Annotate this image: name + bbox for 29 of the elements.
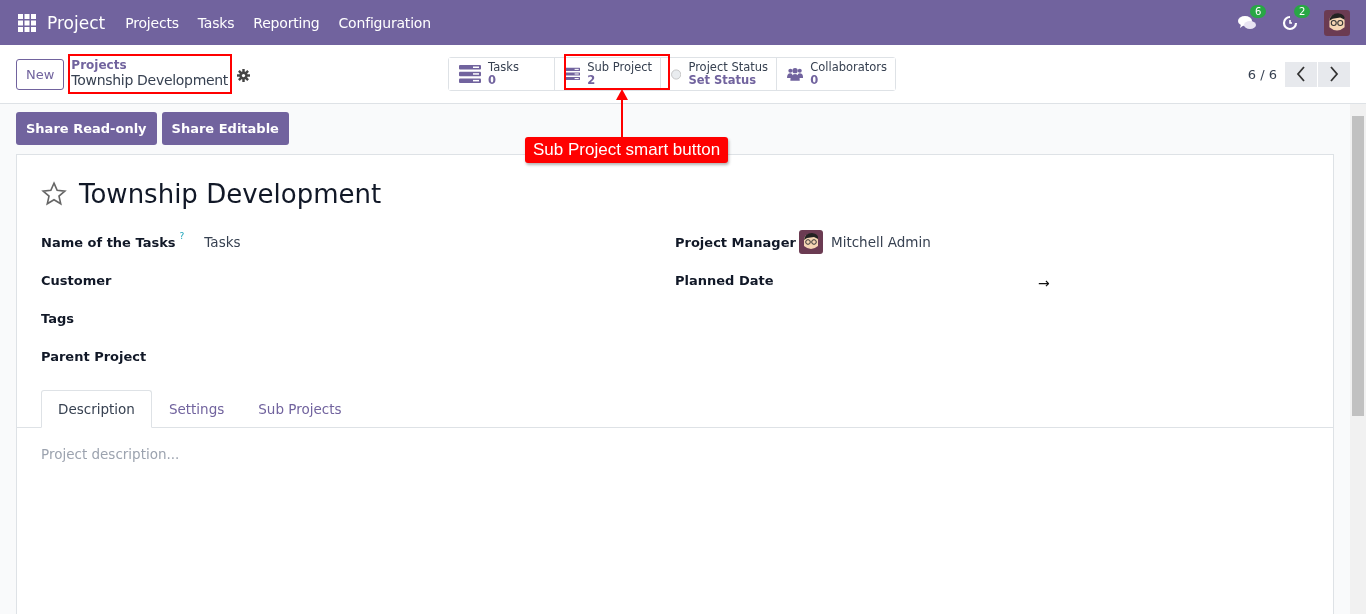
menu-item[interactable]: Configuration [338,14,431,31]
record-title: Township Development [79,179,382,209]
field-label: Project Manager [675,234,797,250]
field-label: Tags [41,310,74,326]
field-label: Customer [41,272,112,288]
menu-item[interactable]: Tasks [197,14,235,31]
menu-item[interactable]: Reporting [253,14,320,31]
smart-button[interactable]: Tasks 0 [449,58,556,90]
new-button[interactable]: New [16,58,65,90]
app-name[interactable]: Project [47,12,106,33]
pager-counter: 6 / 6 [1247,66,1277,82]
notebook-tab[interactable]: Description [41,390,152,428]
notebook-tab[interactable]: Sub Projects [241,390,359,428]
notebook-tab[interactable]: Settings [151,390,242,428]
breadcrumb-link[interactable]: Projects [71,58,229,72]
callout-label: Sub Project smart button [525,137,729,163]
field-value: Tasks [204,234,241,250]
share-button[interactable]: Share Editable [161,112,289,145]
date-range-arrow: → [1038,275,1050,291]
field-label: Parent Project [41,348,147,364]
breadcrumb-current: Township Development [71,72,229,88]
field-label: Name of the Tasks [41,234,176,250]
message-count-badge: 6 [1250,4,1267,18]
field-value: Mitchell Admin [831,234,931,250]
help-tooltip-mark[interactable]: ? [179,231,185,241]
menu-item[interactable]: Projects [125,14,179,31]
field-label: Planned Date [675,272,775,288]
activity-count-badge: 2 [1294,4,1311,18]
share-button[interactable]: Share Read-only [16,112,157,145]
